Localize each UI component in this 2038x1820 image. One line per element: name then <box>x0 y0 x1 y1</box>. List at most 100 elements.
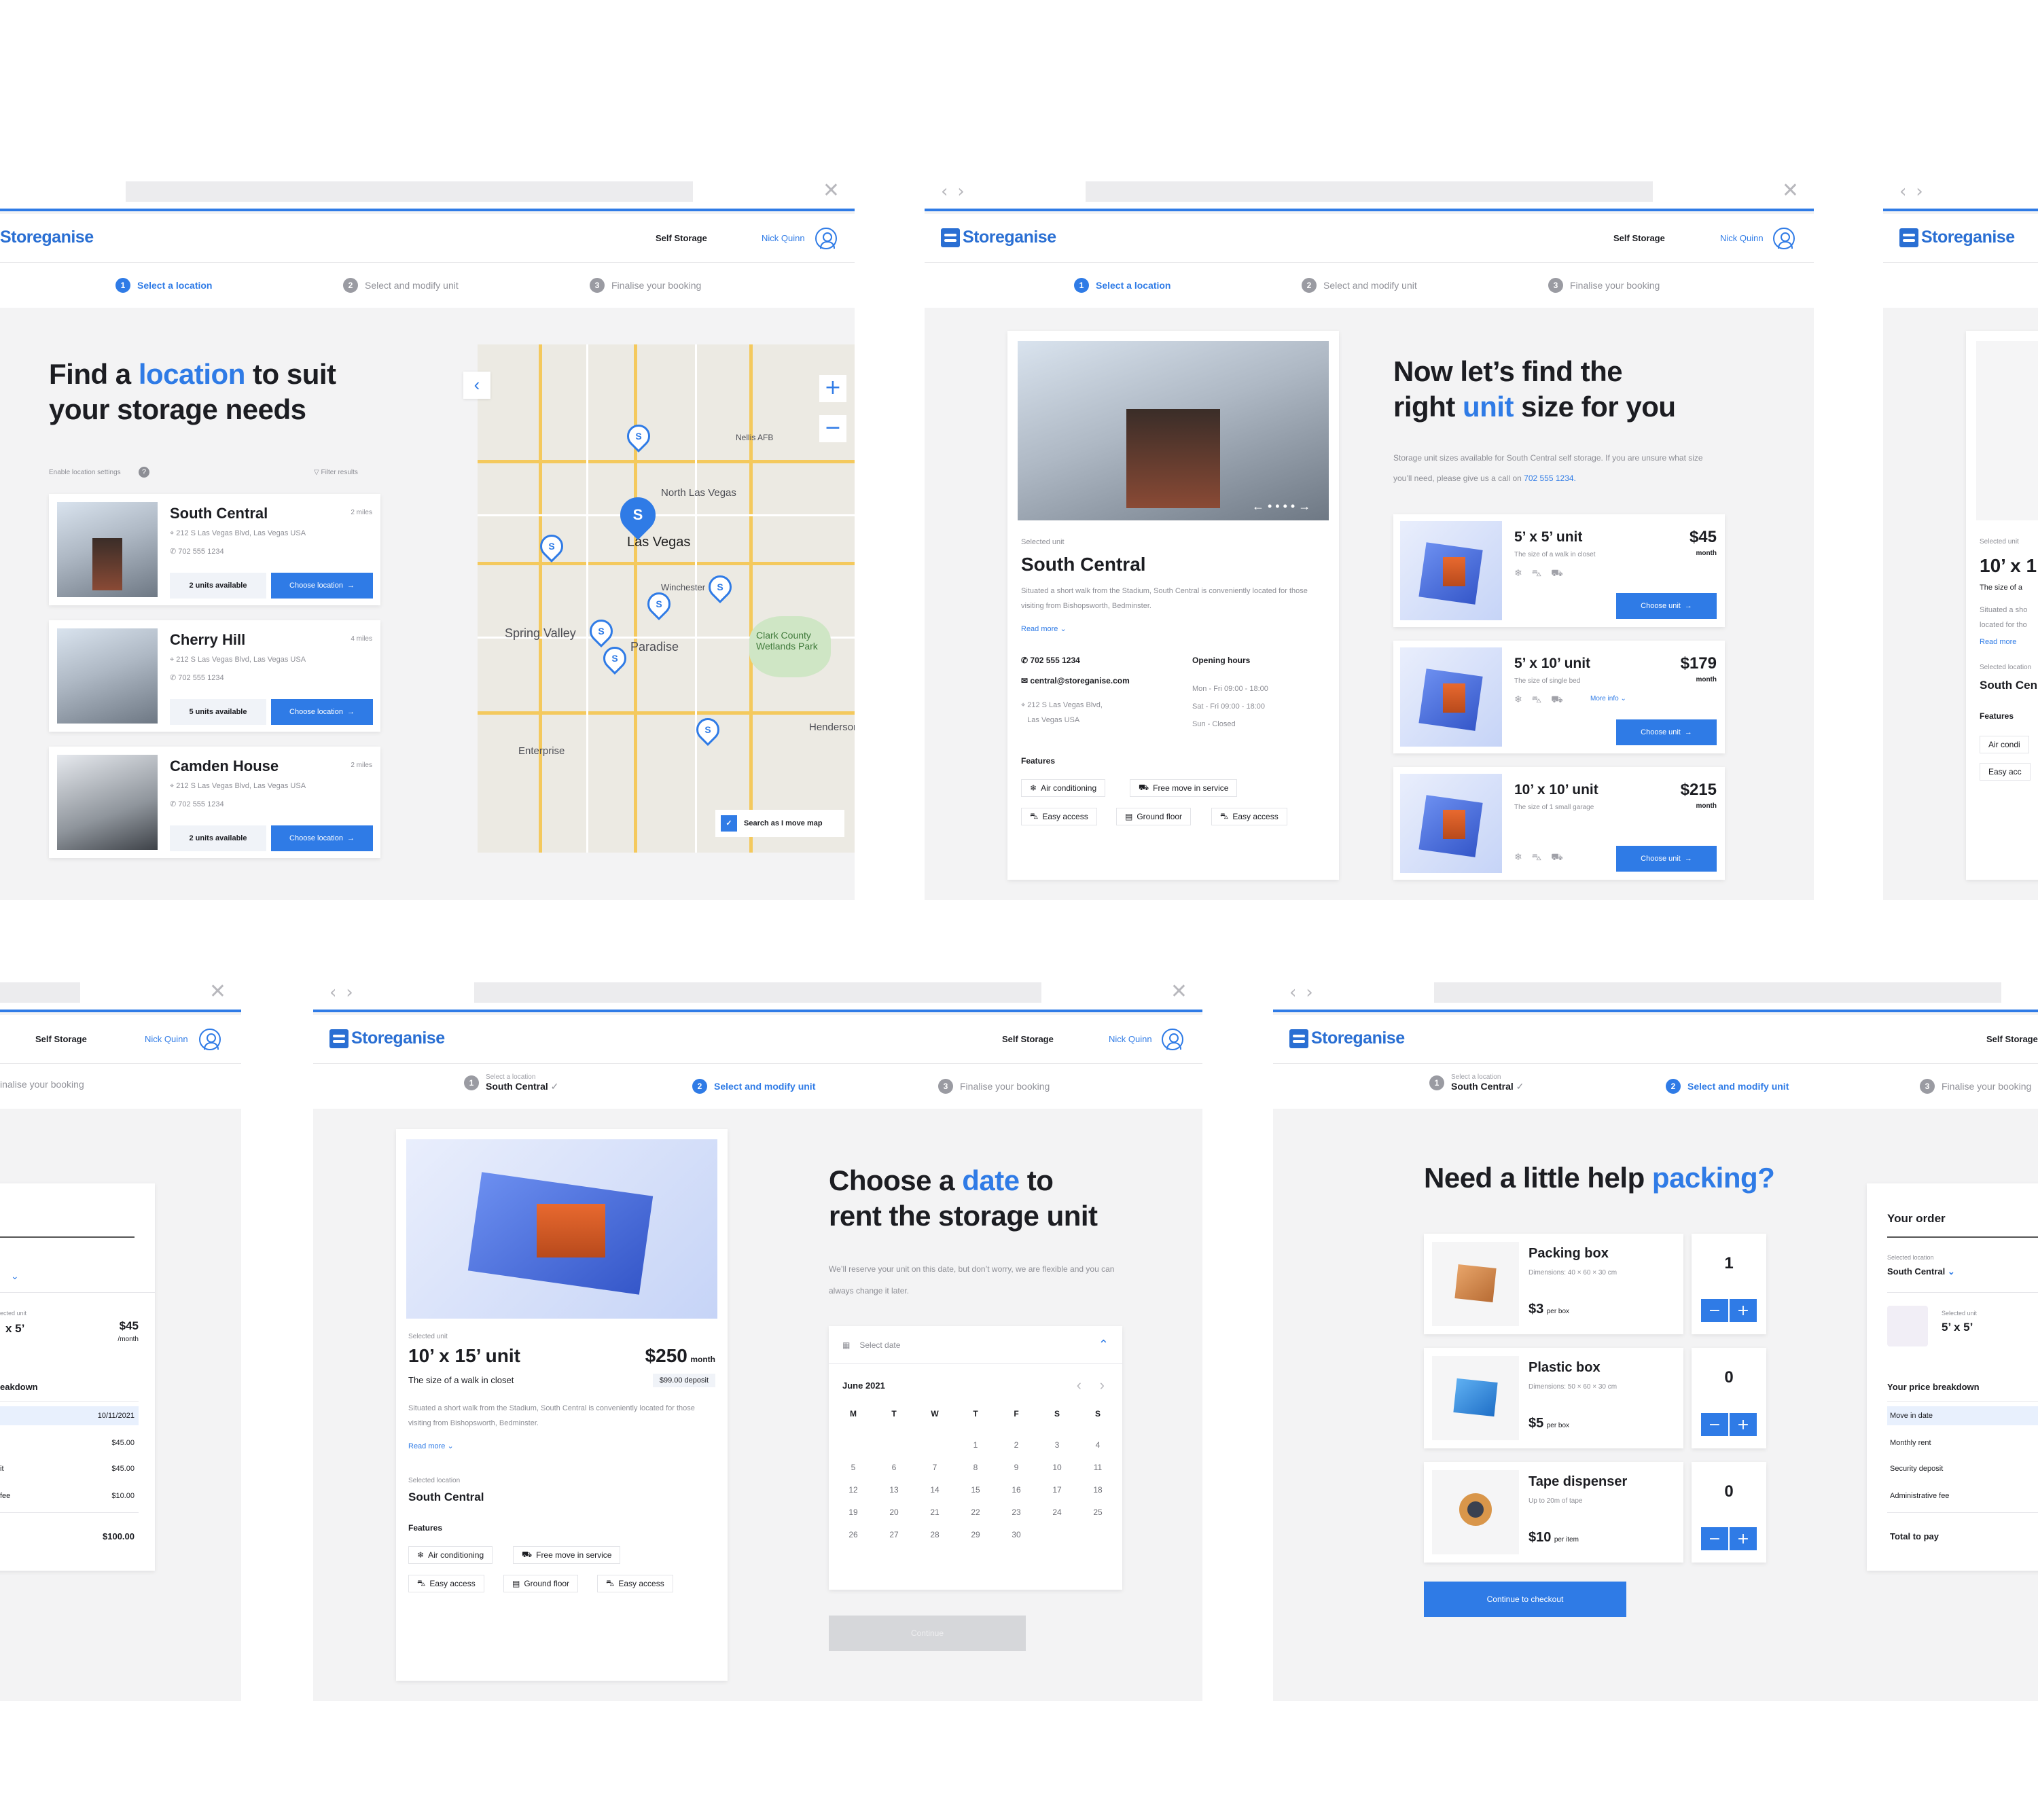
calendar-day[interactable]: 11 <box>1077 1463 1118 1472</box>
location-card[interactable]: Cherry Hill 4 miles ⌖ 212 S Las Vegas Bl… <box>49 620 380 732</box>
address-bar[interactable] <box>474 982 1041 1003</box>
choose-location-button[interactable]: Choose location → <box>271 699 373 725</box>
close-icon[interactable]: ✕ <box>1782 179 1799 202</box>
increment-button[interactable]: + <box>1730 1413 1757 1436</box>
map-marker[interactable]: S <box>622 419 656 453</box>
location-card[interactable]: Camden House 2 miles ⌖ 212 S Las Vegas B… <box>49 747 380 858</box>
calendar-day[interactable]: 10 <box>1037 1463 1077 1472</box>
step-finalise[interactable]: inalise your booking <box>0 1079 84 1090</box>
back-forward-icon[interactable]: ‹› <box>329 982 363 1003</box>
unit-card[interactable]: 10’ x 10’ unit The size of 1 small garag… <box>1393 767 1725 880</box>
search-as-move-toggle[interactable]: ✓ Search as I move map <box>715 810 844 837</box>
user-avatar-icon[interactable] <box>1162 1029 1183 1050</box>
calendar-day[interactable]: 1 <box>955 1440 996 1450</box>
calendar-day[interactable]: 14 <box>914 1485 955 1495</box>
calendar-day[interactable]: 7 <box>914 1463 955 1472</box>
prev-month-icon[interactable]: ‹ <box>1077 1376 1081 1394</box>
step-select-unit[interactable]: 2 Select and modify unit <box>1302 278 1417 293</box>
calendar-days[interactable]: 1 2 3 4 5 6 7 8 9 10 11 12 13 14 15 16 17 18 19 20 21 22 23 24 2… <box>833 1440 1118 1539</box>
step-finalise[interactable]: 3 Finalise your booking <box>1548 278 1660 293</box>
step-select-location-done[interactable]: 1 Select a location South Central ✓ <box>464 1073 558 1092</box>
user-name[interactable]: Nick Quinn <box>762 233 805 243</box>
choose-unit-button[interactable]: Choose unit → <box>1616 719 1717 745</box>
chevron-up-icon[interactable]: ⌃ <box>1098 1338 1109 1352</box>
step-select-location[interactable]: 1 Select a location <box>1074 278 1170 293</box>
filter-results[interactable]: ▽ Filter results <box>314 469 358 476</box>
step-select-unit[interactable]: 2 Select and modify unit <box>692 1079 815 1094</box>
calendar-day[interactable]: 19 <box>833 1507 874 1517</box>
address-bar[interactable] <box>126 181 693 202</box>
address-bar[interactable] <box>0 982 80 1003</box>
calendar-day[interactable]: 4 <box>1077 1440 1118 1450</box>
photo-carousel-controls[interactable]: ← • • • • → <box>1252 499 1310 514</box>
zoom-in-button[interactable]: + <box>819 375 846 402</box>
location-dropdown-chevron-icon[interactable]: ⌄ <box>11 1270 19 1282</box>
step-finalise[interactable]: 3 Finalise your booking <box>938 1079 1050 1094</box>
self-storage-link[interactable]: Self Storage <box>1002 1034 1054 1044</box>
calendar-day[interactable]: 27 <box>874 1530 914 1539</box>
more-info-link[interactable]: More info ⌄ <box>1590 695 1626 702</box>
calendar-day[interactable]: 24 <box>1037 1507 1077 1517</box>
next-month-icon[interactable]: › <box>1100 1376 1105 1394</box>
calendar-day[interactable]: 17 <box>1037 1485 1077 1495</box>
calendar-day[interactable]: 3 <box>1037 1440 1077 1450</box>
close-icon[interactable]: ✕ <box>1170 980 1187 1003</box>
calendar-day[interactable]: 22 <box>955 1507 996 1517</box>
location-map[interactable]: Las Vegas North Las Vegas Spring Valley … <box>478 344 855 853</box>
step-select-unit[interactable]: 2 Select and modify unit <box>343 278 459 293</box>
self-storage-link[interactable]: Self Storage <box>1986 1034 2038 1044</box>
storeganise-logo[interactable]: Storeganise <box>1899 228 2015 247</box>
calendar-day[interactable]: 25 <box>1077 1507 1118 1517</box>
user-avatar-icon[interactable] <box>1773 228 1795 249</box>
back-forward-icon[interactable]: ‹› <box>941 181 974 202</box>
intro-phone-link[interactable]: 702 555 1234. <box>1524 474 1576 483</box>
close-icon[interactable]: ✕ <box>823 179 840 202</box>
step-select-location-done[interactable]: 1 Select a location South Central ✓ <box>1429 1073 1524 1092</box>
unit-card[interactable]: 5’ x 5’ unit The size of a walk in close… <box>1393 514 1725 627</box>
zoom-out-button[interactable]: − <box>819 415 846 442</box>
map-marker[interactable]: S <box>598 641 632 675</box>
self-storage-link[interactable]: Self Storage <box>1613 233 1665 243</box>
storeganise-logo[interactable]: Storeganise <box>329 1029 445 1048</box>
storeganise-logo[interactable]: Storeganise <box>0 228 94 247</box>
calendar-day[interactable]: 30 <box>996 1530 1037 1539</box>
back-forward-icon[interactable]: ‹› <box>1899 181 1933 202</box>
user-name[interactable]: Nick Quinn <box>1109 1034 1152 1044</box>
calendar-day[interactable]: 16 <box>996 1485 1037 1495</box>
map-marker-selected[interactable]: S <box>613 490 663 540</box>
collapse-map-button[interactable]: ‹ <box>463 372 490 399</box>
back-forward-icon[interactable]: ‹› <box>1289 982 1323 1003</box>
self-storage-link[interactable]: Self Storage <box>656 233 707 243</box>
calendar-day[interactable]: 8 <box>955 1463 996 1472</box>
user-avatar-icon[interactable] <box>815 228 837 249</box>
continue-to-checkout-button[interactable]: Continue to checkout <box>1424 1582 1626 1617</box>
increment-button[interactable]: + <box>1730 1299 1757 1322</box>
calendar-day[interactable]: 12 <box>833 1485 874 1495</box>
continue-button[interactable]: Continue <box>829 1616 1026 1651</box>
calendar-day[interactable]: 29 <box>955 1530 996 1539</box>
map-marker[interactable]: S <box>584 614 618 648</box>
unit-card[interactable]: 5’ x 10’ unit The size of single bed ❄⛍⛟… <box>1393 641 1725 753</box>
decrement-button[interactable]: − <box>1701 1299 1728 1322</box>
address-bar[interactable] <box>1434 982 2001 1003</box>
calendar-day[interactable]: 2 <box>996 1440 1037 1450</box>
decrement-button[interactable]: − <box>1701 1527 1728 1550</box>
calendar-day[interactable]: 20 <box>874 1507 914 1517</box>
calendar-day[interactable]: 28 <box>914 1530 955 1539</box>
choose-location-button[interactable]: Choose location → <box>271 825 373 851</box>
step-finalise[interactable]: 3 Finalise your booking <box>1920 1079 2031 1094</box>
choose-location-button[interactable]: Choose location → <box>271 573 373 599</box>
calendar-day[interactable]: 26 <box>833 1530 874 1539</box>
help-icon[interactable]: ? <box>139 467 149 478</box>
calendar-day[interactable]: 18 <box>1077 1485 1118 1495</box>
enable-location-settings[interactable]: Enable location settings <box>49 469 121 476</box>
map-marker[interactable]: S <box>703 570 737 604</box>
calendar-day[interactable]: 23 <box>996 1507 1037 1517</box>
user-name[interactable]: Nick Quinn <box>1720 233 1764 243</box>
location-card[interactable]: South Central 2 miles ⌖ 212 S Las Vegas … <box>49 494 380 605</box>
step-select-unit[interactable]: 2 Select and modify unit <box>1666 1079 1789 1094</box>
read-more-link[interactable]: Read more ⌄ <box>1021 624 1067 633</box>
email[interactable]: ✉ central@storeganise.com <box>1021 676 1130 685</box>
choose-unit-button[interactable]: Choose unit → <box>1616 593 1717 619</box>
calendar-day[interactable]: 6 <box>874 1463 914 1472</box>
